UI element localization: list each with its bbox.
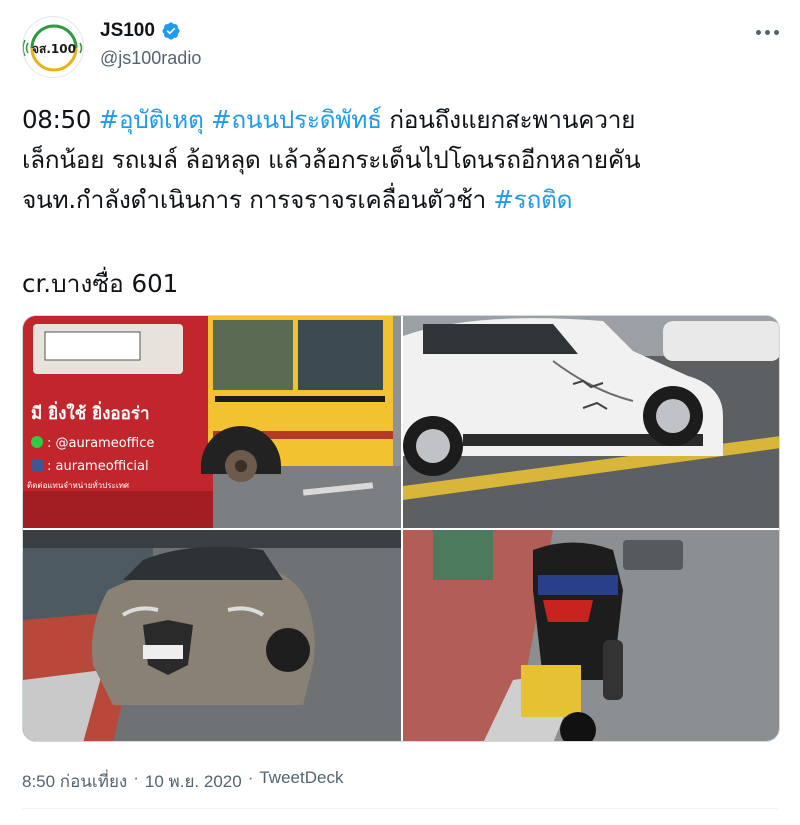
bus-ad-slogan: มี ยิ่งใช้ ยิ่งออร่า [31, 401, 150, 424]
tweet-source[interactable]: TweetDeck [259, 768, 343, 795]
media-grid: มี ยิ่งใช้ ยิ่งออร่า : @aurameoffice : a… [22, 315, 780, 742]
tweet-time[interactable]: 8:50 ก่อนเที่ยง [22, 768, 127, 795]
tweet-text-segment: เล็กน้อย รถเมล์ ล้อหลุด แล้วล้อกระเด็นไป… [22, 145, 641, 174]
author-handle[interactable]: @js100radio [100, 48, 201, 69]
tweet-text-segment: จนท.กำลังดำเนินการ การจราจรเคลื่อนตัวช้า [22, 185, 494, 214]
tweet-text-segment: ก่อนถึงแยกสะพานควาย [381, 105, 636, 134]
author-avatar[interactable]: จส.100 [22, 16, 84, 78]
tweet-text-line: เล็กน้อย รถเมล์ ล้อหลุด แล้วล้อกระเด็นไป… [22, 140, 782, 180]
hashtag-link[interactable]: #รถติด [493, 185, 572, 214]
tweet-metadata: 8:50 ก่อนเที่ยง · 10 พ.ย. 2020 · TweetDe… [22, 768, 343, 795]
bus-ad-facebook: : aurameofficial [47, 459, 149, 474]
bus-ad-line: : @aurameoffice [47, 436, 154, 451]
author-name-row: JS100 [100, 20, 181, 42]
photo-bus-missing-wheel[interactable]: มี ยิ่งใช้ ยิ่งออร่า : @aurameoffice : a… [23, 316, 401, 528]
divider [22, 808, 778, 809]
js100-logo: จส.100 [23, 18, 83, 77]
tweet-text-segment: 08:50 [22, 105, 99, 134]
author-display-name[interactable]: JS100 [100, 20, 155, 42]
meta-separator: · [133, 768, 139, 787]
avatar-logo-text: จส.100 [32, 42, 76, 56]
hashtag-link[interactable]: #อุบัติเหตุ [99, 105, 204, 134]
bus-ad-small-print: ติดต่อแทนจำหน่ายทั่วประเทศ [27, 479, 129, 490]
hashtag-link[interactable]: #ถนนประดิพัทธ์ [211, 105, 382, 134]
photo-white-suv-damage[interactable] [403, 316, 779, 528]
verified-badge-icon [161, 21, 181, 41]
photo-motorcycle[interactable] [403, 530, 779, 741]
more-options-icon[interactable] [752, 22, 782, 42]
meta-separator: · [247, 768, 254, 787]
tweet-text: 08:50 #อุบัติเหตุ #ถนนประดิพัทธ์ ก่อนถึง… [22, 100, 782, 220]
photo-grey-lexus[interactable] [23, 530, 401, 741]
tweet-text-line: 08:50 #อุบัติเหตุ #ถนนประดิพัทธ์ ก่อนถึง… [22, 100, 782, 140]
tweet-card: จส.100 JS100 @js100radio 08:50 #อุบัติเห… [0, 0, 800, 825]
tweet-text-line: จนท.กำลังดำเนินการ การจราจรเคลื่อนตัวช้า… [22, 180, 782, 220]
tweet-credit: cr.บางซื่อ 601 [22, 269, 179, 298]
tweet-date[interactable]: 10 พ.ย. 2020 [145, 768, 242, 795]
